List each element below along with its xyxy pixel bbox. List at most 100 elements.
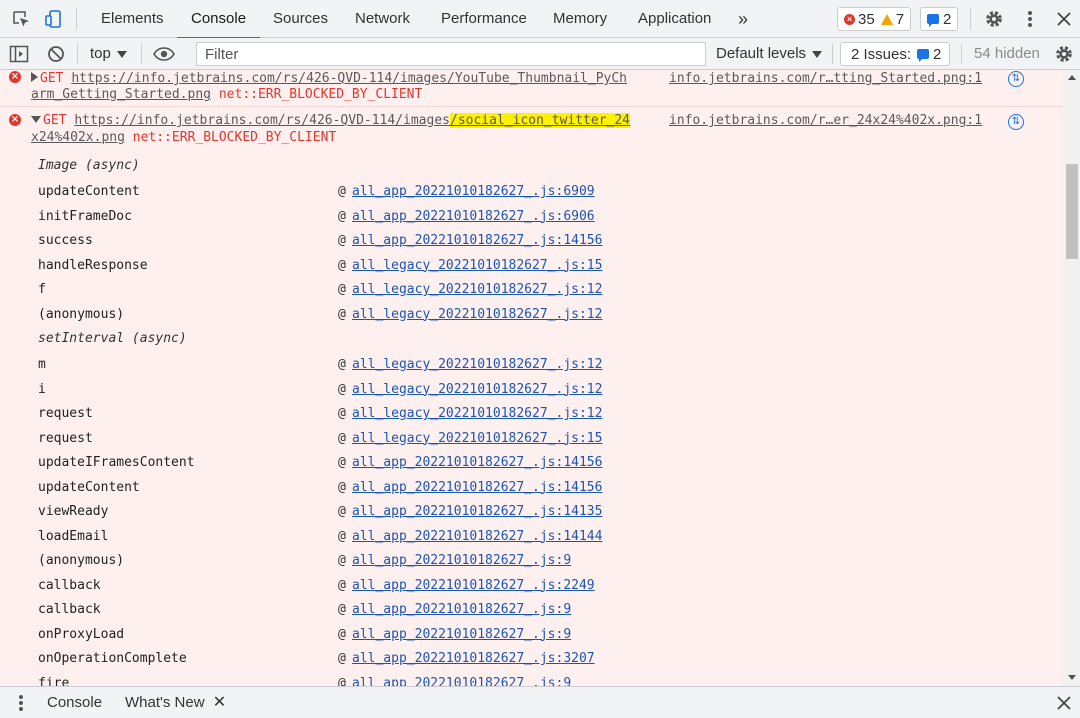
message-icon	[927, 14, 939, 27]
divider	[141, 44, 142, 64]
request-url-prefix: https://info.jetbrains.com/rs/426-QVD-11…	[74, 113, 450, 128]
request-url-continued[interactable]: arm_Getting_Started.png	[31, 87, 211, 102]
at-symbol: @	[338, 479, 346, 495]
frame-source-link[interactable]: all_legacy_20221010182627_.js:15	[352, 431, 602, 446]
stack-frame: i @ all_legacy_20221010182627_.js:12	[0, 382, 1063, 406]
tab-console[interactable]: Console	[176, 0, 261, 39]
scroll-up-arrow-icon[interactable]	[1068, 75, 1076, 80]
drawer-menu-icon[interactable]	[10, 692, 32, 714]
frame-function-name: f	[38, 282, 46, 297]
frame-source-link[interactable]: all_app_20221010182627_.js:14144	[352, 529, 602, 544]
frame-source-link[interactable]: all_legacy_20221010182627_.js:12	[352, 382, 602, 397]
log-levels-dropdown[interactable]: Default levels	[716, 38, 823, 69]
divider	[76, 8, 77, 30]
drawer-tab-console[interactable]: Console	[47, 687, 102, 718]
frame-source-link[interactable]: all_app_20221010182627_.js:3207	[352, 651, 595, 666]
collapse-triangle-icon[interactable]	[31, 116, 41, 123]
more-options-icon[interactable]	[1019, 8, 1041, 30]
frame-source-link[interactable]: all_legacy_20221010182627_.js:12	[352, 282, 602, 297]
frame-function-name: callback	[38, 577, 101, 593]
frame-source-link[interactable]: all_app_20221010182627_.js:9	[352, 676, 571, 687]
highlighted-url-segment: /social_icon_twitter_24	[450, 113, 631, 128]
live-expression-eye-icon[interactable]	[153, 43, 175, 65]
error-icon: ×	[9, 71, 21, 83]
frame-source-link[interactable]: all_app_20221010182627_.js:6906	[352, 209, 595, 224]
stack-frame: m @ all_legacy_20221010182627_.js:12	[0, 357, 1063, 381]
tab-application[interactable]: Application	[638, 0, 711, 38]
frame-source-link[interactable]: all_app_20221010182627_.js:14156	[352, 480, 602, 495]
issue-icon	[917, 49, 930, 62]
stack-frame: request @ all_legacy_20221010182627_.js:12	[0, 406, 1063, 430]
at-symbol: @	[338, 184, 346, 199]
frame-function-name: success	[38, 233, 93, 248]
frame-source-link[interactable]: all_app_20221010182627_.js:6909	[352, 184, 595, 199]
stack-frame: f @ all_legacy_20221010182627_.js:12	[0, 282, 1063, 306]
frame-source-link[interactable]: all_app_20221010182627_.js:14156	[352, 233, 602, 248]
stack-frame: loadEmail @ all_app_20221010182627_.js:141…	[0, 529, 1063, 553]
request-url[interactable]: https://info.jetbrains.com/rs/426-QVD-11…	[71, 71, 627, 86]
tab-performance[interactable]: Performance	[441, 0, 527, 38]
frame-function-name: setInterval (async)	[38, 331, 187, 346]
frame-function-name: m	[38, 357, 46, 372]
request-url-continued[interactable]: x24%402x.png	[31, 130, 125, 145]
console-settings-gear-icon[interactable]	[1053, 43, 1075, 65]
stack-frame: updateContent @ all_app_20221010182627_.js…	[0, 480, 1063, 504]
frame-source-link[interactable]: all_app_20221010182627_.js:9	[352, 627, 571, 642]
frame-function-name: updateContent	[38, 184, 140, 199]
at-symbol: @	[338, 406, 346, 421]
request-network-icon[interactable]: ⇅	[1008, 114, 1024, 130]
frame-source-link[interactable]: all_app_20221010182627_.js:14135	[352, 504, 602, 519]
stack-frame: handleResponse @ all_legacy_20221010182627…	[0, 258, 1063, 282]
inspect-element-icon[interactable]	[10, 8, 32, 30]
tab-network[interactable]: Network	[355, 0, 410, 38]
filter-input[interactable]	[196, 42, 706, 66]
frame-source-link[interactable]: all_legacy_20221010182627_.js:12	[352, 357, 602, 372]
warning-icon	[880, 13, 893, 25]
error-count: 35	[858, 10, 875, 28]
request-url[interactable]: https://info.jetbrains.com/rs/426-QVD-11…	[74, 113, 631, 128]
frame-source-link[interactable]: all_app_20221010182627_.js:14156	[352, 455, 602, 470]
stack-frame: (anonymous) @ all_app_20221010182627_.js:9	[0, 553, 1063, 577]
tab-memory[interactable]: Memory	[553, 0, 607, 38]
frame-source-link[interactable]: all_app_20221010182627_.js:9	[352, 602, 571, 617]
frame-function-name: initFrameDoc	[38, 208, 132, 224]
frame-source-link[interactable]: all_app_20221010182627_.js:9	[352, 553, 571, 568]
scrollbar-thumb[interactable]	[1066, 164, 1078, 259]
frame-source-link[interactable]: all_legacy_20221010182627_.js:12	[352, 307, 602, 322]
show-sidebar-icon[interactable]	[8, 43, 30, 65]
frame-source-link[interactable]: all_app_20221010182627_.js:2249	[352, 578, 595, 593]
scroll-down-arrow-icon[interactable]	[1068, 675, 1076, 680]
source-link[interactable]: info.jetbrains.com/r…er_24x24%402x.png:1	[669, 113, 982, 128]
close-devtools-icon[interactable]	[1053, 8, 1075, 30]
error-warning-counter[interactable]: × 35 7	[837, 7, 912, 31]
frame-source-link[interactable]: all_legacy_20221010182627_.js:15	[352, 258, 602, 273]
clear-console-icon[interactable]	[45, 43, 67, 65]
context-label: top	[90, 45, 111, 62]
close-tab-icon[interactable]: ✕	[213, 694, 226, 711]
frame-source-link[interactable]: all_legacy_20221010182627_.js:12	[352, 406, 602, 421]
chevron-down-icon	[812, 50, 823, 58]
console-error-message-expanded[interactable]: × GET https://info.jetbrains.com/rs/426-…	[0, 107, 1063, 686]
more-tabs-button[interactable]: »	[738, 0, 748, 38]
issues-button[interactable]: 2 Issues: 2	[840, 42, 951, 66]
error-text: net::ERR_BLOCKED_BY_CLIENT	[218, 87, 423, 102]
tab-elements[interactable]: Elements	[101, 0, 164, 38]
console-scrollbar[interactable]	[1063, 70, 1080, 686]
expand-triangle-icon[interactable]	[31, 72, 38, 82]
log-levels-label: Default levels	[716, 45, 807, 62]
settings-gear-icon[interactable]	[983, 8, 1005, 30]
close-drawer-icon[interactable]	[1053, 692, 1075, 714]
message-line-2: x24%402x.png net::ERR_BLOCKED_BY_CLIENT	[31, 130, 336, 145]
tab-sources[interactable]: Sources	[273, 0, 328, 38]
at-symbol: @	[338, 233, 346, 248]
context-selector[interactable]: top	[90, 38, 127, 69]
stack-frame: updateIFramesContent @ all_app_20221010182…	[0, 455, 1063, 479]
request-network-icon[interactable]: ⇅	[1008, 71, 1024, 87]
error-icon: ×	[844, 13, 855, 25]
device-toolbar-icon[interactable]	[43, 8, 65, 30]
message-counter[interactable]: 2	[920, 7, 959, 31]
drawer-tab-whats-new[interactable]: What's New ✕	[125, 687, 226, 718]
http-method: GET	[43, 113, 67, 128]
console-error-message[interactable]: × GET https://info.jetbrains.com/rs/426-…	[0, 70, 1063, 107]
source-link[interactable]: info.jetbrains.com/r…tting_Started.png:1	[669, 71, 982, 86]
